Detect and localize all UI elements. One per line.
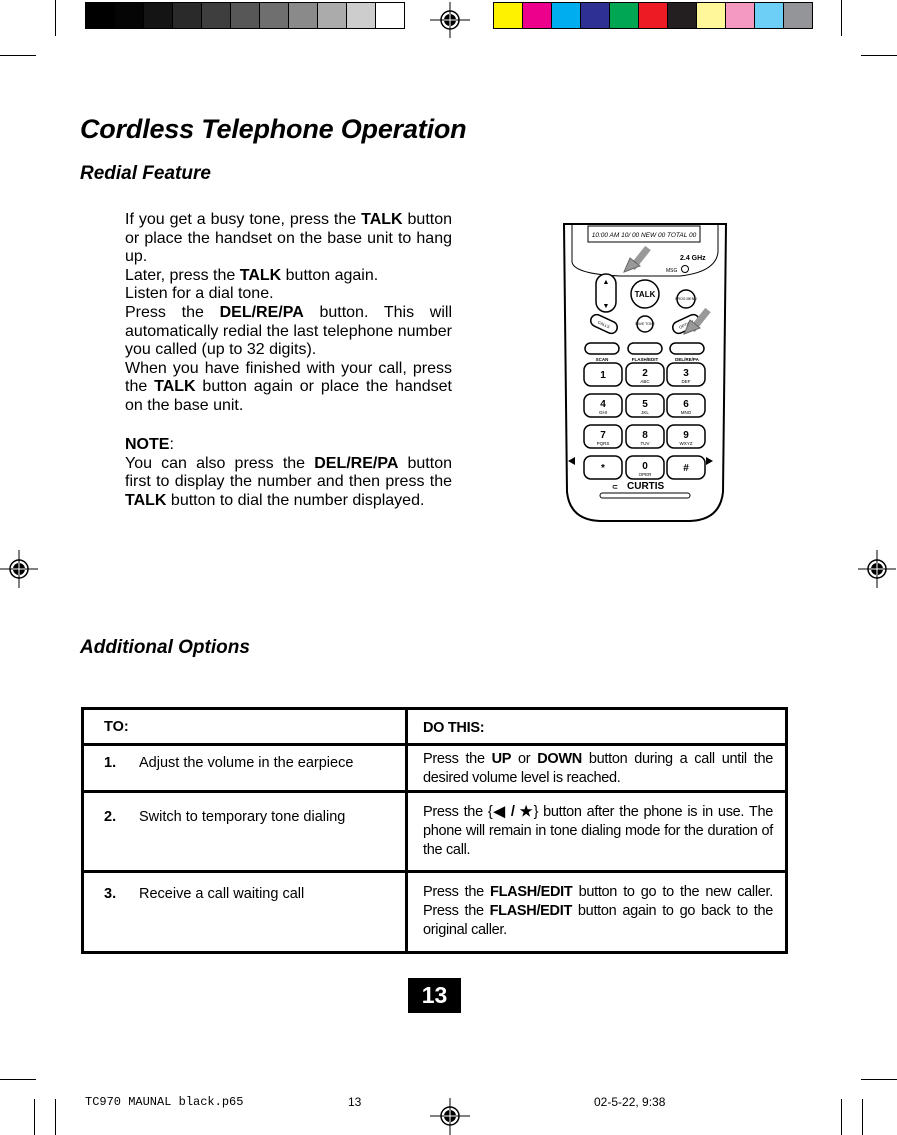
color-swatch [638,2,668,29]
soft-key [627,342,663,355]
svg-text:DEL/RE/PA: DEL/RE/PA [675,357,699,362]
table-header-row: TO: DO THIS: [84,710,785,746]
svg-text:WXYZ: WXYZ [680,441,693,446]
crop-mark [861,1079,897,1080]
registration-mark-icon [430,1098,470,1135]
svg-text:6: 6 [683,399,689,410]
color-swatch [114,2,144,29]
svg-text:*: * [601,463,605,474]
footer-date: 02-5-22, 9:38 [594,1095,666,1109]
color-swatch [783,2,813,29]
svg-text:2.4 GHz: 2.4 GHz [680,255,706,262]
registration-mark-icon [858,550,896,588]
crop-mark [0,55,36,56]
svg-text:PROG MENU: PROG MENU [675,297,697,301]
svg-text:SAVE TONE: SAVE TONE [635,322,655,326]
svg-text:GHI: GHI [599,410,607,415]
page-title: Cordless Telephone Operation [80,114,467,144]
color-swatch [551,2,581,29]
crop-mark [34,1099,35,1135]
section-heading-additional: Additional Options [80,637,250,658]
svg-text:DEF: DEF [682,379,691,384]
svg-text:2: 2 [642,368,648,379]
table-row: 1. Adjust the volume in the earpiece Pres… [84,746,785,793]
registration-mark-icon [430,2,470,38]
section-heading-redial: Redial Feature [80,163,211,184]
note-label: NOTE [125,436,170,453]
svg-text:MNO: MNO [681,410,692,415]
svg-text:SCAN: SCAN [596,357,609,362]
color-swatch [667,2,697,29]
color-swatch [696,2,726,29]
svg-text:TUV: TUV [641,441,650,446]
color-swatch [375,2,405,29]
svg-text:1: 1 [600,370,606,381]
curtis-logo: CURTIS [627,481,665,492]
footer-page: 13 [348,1095,362,1109]
svg-text:3: 3 [683,368,689,379]
svg-text:▼: ▼ [603,303,610,310]
crop-mark [841,0,842,36]
page-number: 13 [408,978,461,1013]
svg-text:5: 5 [642,399,648,410]
svg-text:FLASH/EDIT: FLASH/EDIT [632,357,659,362]
crop-mark [841,1099,842,1135]
crop-mark [861,55,897,56]
svg-text:0: 0 [642,461,648,472]
color-swatch [317,2,347,29]
svg-text:ABC: ABC [640,379,650,384]
registration-mark-icon [0,550,38,588]
color-swatch [725,2,755,29]
color-swatch [493,2,523,29]
svg-text:PQRS: PQRS [597,441,610,446]
color-swatch [346,2,376,29]
svg-text:▲: ▲ [603,279,610,286]
table-row: 2. Switch to temporary tone dialing Press… [84,793,785,873]
color-swatch [85,2,115,29]
table-row: 3. Receive a call waiting call Press the … [104,884,773,938]
color-swatch [143,2,173,29]
crop-mark [55,0,56,36]
handset-illustration: 10:00 AM 10/ 00 NEW 00 TOTAL 00 2.4 GHz … [562,223,728,522]
color-swatch [172,2,202,29]
redial-note: NOTE: You can also press the DEL/RE/PA b… [125,436,452,509]
color-swatch [288,2,318,29]
color-swatch [201,2,231,29]
svg-text:MSG: MSG [666,268,678,274]
svg-text:4: 4 [600,399,606,410]
crop-mark [0,1079,36,1080]
svg-text:⊂: ⊂ [612,484,618,491]
redial-instructions: If you get a busy tone, press the TALK b… [125,211,453,414]
soft-key [584,342,620,355]
color-swatch [754,2,784,29]
lcd-text: 10:00 AM 10/ 00 NEW 00 TOTAL 00 [592,232,697,239]
additional-options-table: TO: DO THIS: 1. Adjust the volume in the … [81,707,788,954]
color-swatch [230,2,260,29]
footer-filename: TC970 MAUNAL black.p65 [85,1095,244,1109]
svg-text:8: 8 [642,430,648,441]
column-header-do: DO THIS: [423,720,485,736]
color-swatch [259,2,289,29]
crop-mark [55,1099,56,1135]
svg-text:7: 7 [600,430,606,441]
crop-mark [862,1099,863,1135]
color-swatch [580,2,610,29]
svg-text:OPER: OPER [639,472,653,477]
color-swatch [522,2,552,29]
column-header-to: TO: [104,719,129,735]
svg-text:9: 9 [683,430,689,441]
svg-text:TALK: TALK [635,290,656,299]
color-swatch [609,2,639,29]
svg-text:JKL: JKL [641,410,649,415]
svg-text:#: # [683,463,689,474]
soft-key [669,342,705,355]
